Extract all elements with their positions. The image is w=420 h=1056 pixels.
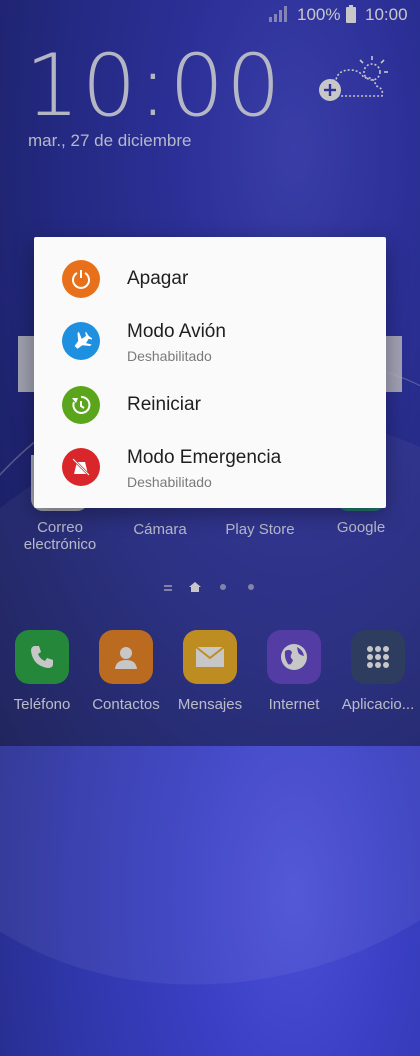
airplane-mode-option[interactable]: Modo Avión Deshabilitado [34, 311, 386, 371]
restart-icon [62, 386, 100, 424]
emergency-mode-status: Deshabilitado [127, 474, 212, 490]
airplane-mode-status: Deshabilitado [127, 348, 212, 364]
power-off-option[interactable]: Apagar [34, 249, 386, 309]
emergency-mode-option[interactable]: Modo Emergencia Deshabilitado [34, 437, 386, 497]
power-icon [62, 260, 100, 298]
restart-option[interactable]: Reiniciar [34, 375, 386, 435]
emergency-icon [62, 448, 100, 486]
airplane-icon [62, 322, 100, 360]
airplane-mode-label: Modo Avión [127, 321, 226, 342]
power-off-label: Apagar [127, 268, 189, 289]
power-menu: Apagar Modo Avión Deshabilitado Reinicia… [34, 237, 386, 508]
emergency-mode-label: Modo Emergencia [127, 447, 282, 468]
restart-label: Reiniciar [127, 394, 201, 415]
